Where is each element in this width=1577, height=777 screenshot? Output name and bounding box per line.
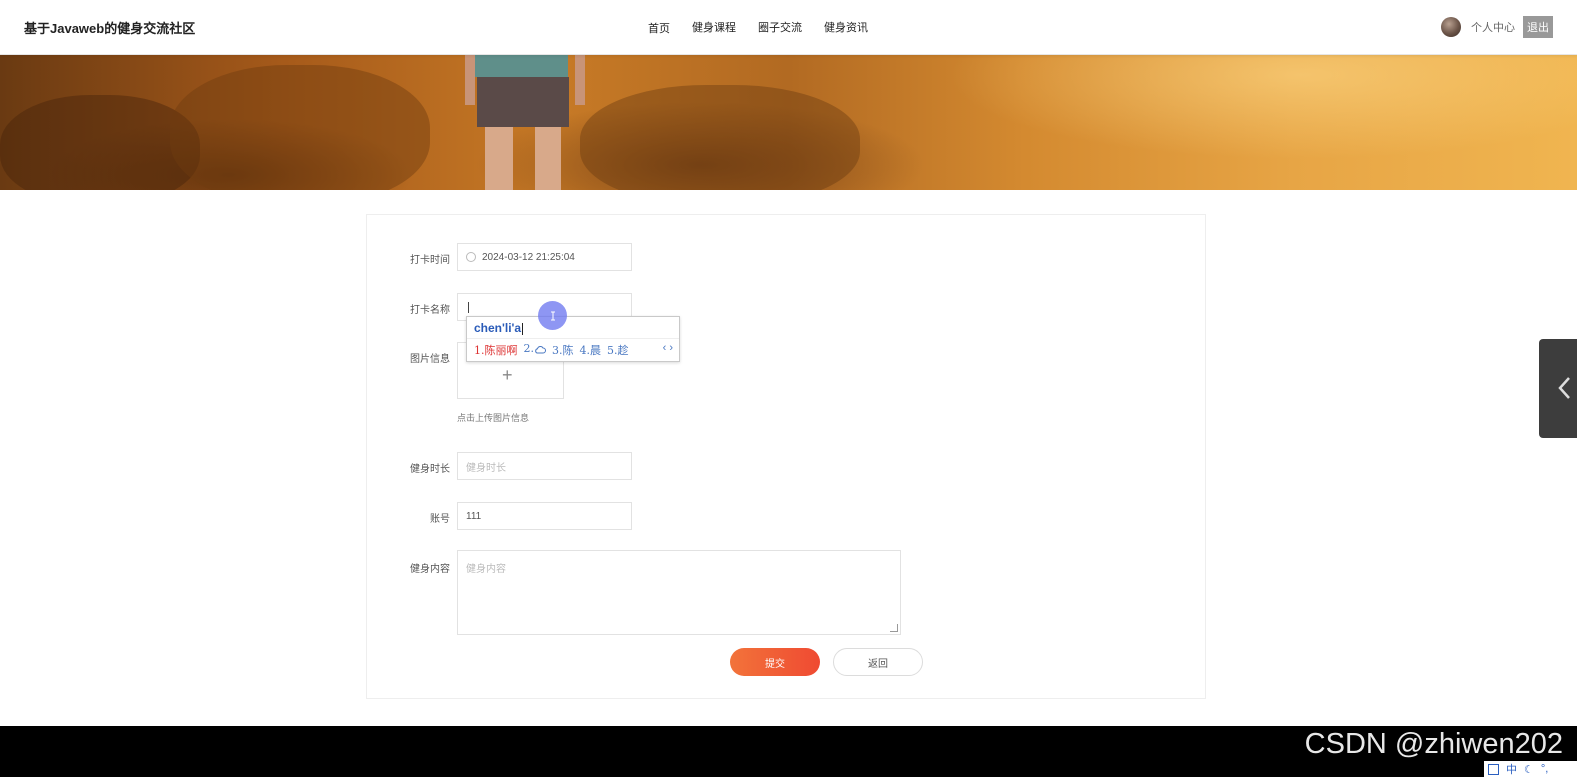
punctuation-icon[interactable]: °, <box>1541 763 1548 775</box>
mouse-cursor-indicator <box>538 301 567 330</box>
checkin-name-label: 打卡名称 <box>410 305 450 316</box>
ime-tray-bar: 中 ☾ °, <box>1484 761 1577 777</box>
checkbox-icon[interactable] <box>1488 763 1499 775</box>
moon-icon[interactable]: ☾ <box>1524 763 1534 776</box>
hero-banner <box>0 55 1577 190</box>
account-input[interactable]: 111 <box>457 502 632 530</box>
ime-candidate[interactable]: 3.陈 <box>552 342 574 358</box>
submit-button[interactable]: 提交 <box>730 648 820 676</box>
ime-composition-text: chen'li'a <box>474 321 522 335</box>
content-label: 健身内容 <box>410 564 450 575</box>
nav-news[interactable]: 健身资讯 <box>824 19 868 36</box>
content-textarea[interactable]: 健身内容 <box>457 550 901 635</box>
chevron-left-icon <box>1558 377 1570 399</box>
logout-button[interactable]: 退出 <box>1523 16 1553 38</box>
plus-icon: + <box>502 365 513 385</box>
ime-candidate[interactable]: 5.趁 <box>607 342 629 358</box>
avatar[interactable] <box>1441 17 1461 37</box>
ime-candidates: 1.陈丽啊 2. 3.陈 4.晨 5.趁 <box>474 342 629 358</box>
ime-composition: chen'li'a <box>474 321 524 335</box>
ime-caret <box>522 322 524 335</box>
resize-handle-icon[interactable] <box>890 624 898 632</box>
banner-rock <box>580 85 860 190</box>
nav-home[interactable]: 首页 <box>648 20 670 36</box>
top-navbar: 基于Javaweb的健身交流社区 首页 健身课程 圈子交流 健身资讯 个人中心 … <box>0 0 1577 55</box>
text-cursor-icon <box>550 311 555 320</box>
ime-candidate[interactable]: 4.晨 <box>580 342 602 358</box>
checkin-time-field[interactable]: 2024-03-12 21:25:04 <box>457 243 632 271</box>
duration-label: 健身时长 <box>410 464 450 475</box>
upload-hint: 点击上传图片信息 <box>457 413 530 423</box>
ime-candidate[interactable]: 2. <box>524 342 547 358</box>
account-value: 111 <box>466 510 482 522</box>
hiker-figure <box>465 55 585 190</box>
ime-lang-indicator[interactable]: 中 <box>1506 761 1517 777</box>
banner-rock <box>170 65 430 190</box>
side-panel-toggle[interactable] <box>1539 339 1577 438</box>
main-nav: 首页 健身课程 圈子交流 健身资讯 <box>648 19 890 36</box>
clock-icon <box>466 252 476 262</box>
ime-candidate-window: chen'li'a 1.陈丽啊 2. 3.陈 4.晨 5.趁 ‹ › <box>466 316 680 362</box>
cloud-icon <box>535 345 546 353</box>
account-label: 账号 <box>430 514 450 525</box>
content-placeholder: 健身内容 <box>466 564 506 575</box>
duration-placeholder: 健身时长 <box>466 462 506 474</box>
ime-candidate[interactable]: 1.陈丽啊 <box>474 342 518 358</box>
profile-link[interactable]: 个人中心 <box>1471 19 1515 35</box>
ime-page-arrows[interactable]: ‹ › <box>663 342 673 354</box>
nav-community[interactable]: 圈子交流 <box>758 19 802 36</box>
checkin-time-label: 打卡时间 <box>410 255 450 266</box>
user-area: 个人中心 退出 <box>1441 16 1553 38</box>
duration-input[interactable]: 健身时长 <box>457 452 632 480</box>
back-button[interactable]: 返回 <box>833 648 923 676</box>
text-caret <box>468 301 469 313</box>
csdn-watermark: CSDN @zhiwen202 <box>1304 728 1563 760</box>
checkin-time-value: 2024-03-12 21:25:04 <box>482 251 575 263</box>
site-title[interactable]: 基于Javaweb的健身交流社区 <box>24 18 195 37</box>
image-label: 图片信息 <box>410 354 450 365</box>
ime-divider <box>467 338 679 339</box>
nav-courses[interactable]: 健身课程 <box>692 19 736 36</box>
ime-candidate-index: 2. <box>523 342 535 355</box>
